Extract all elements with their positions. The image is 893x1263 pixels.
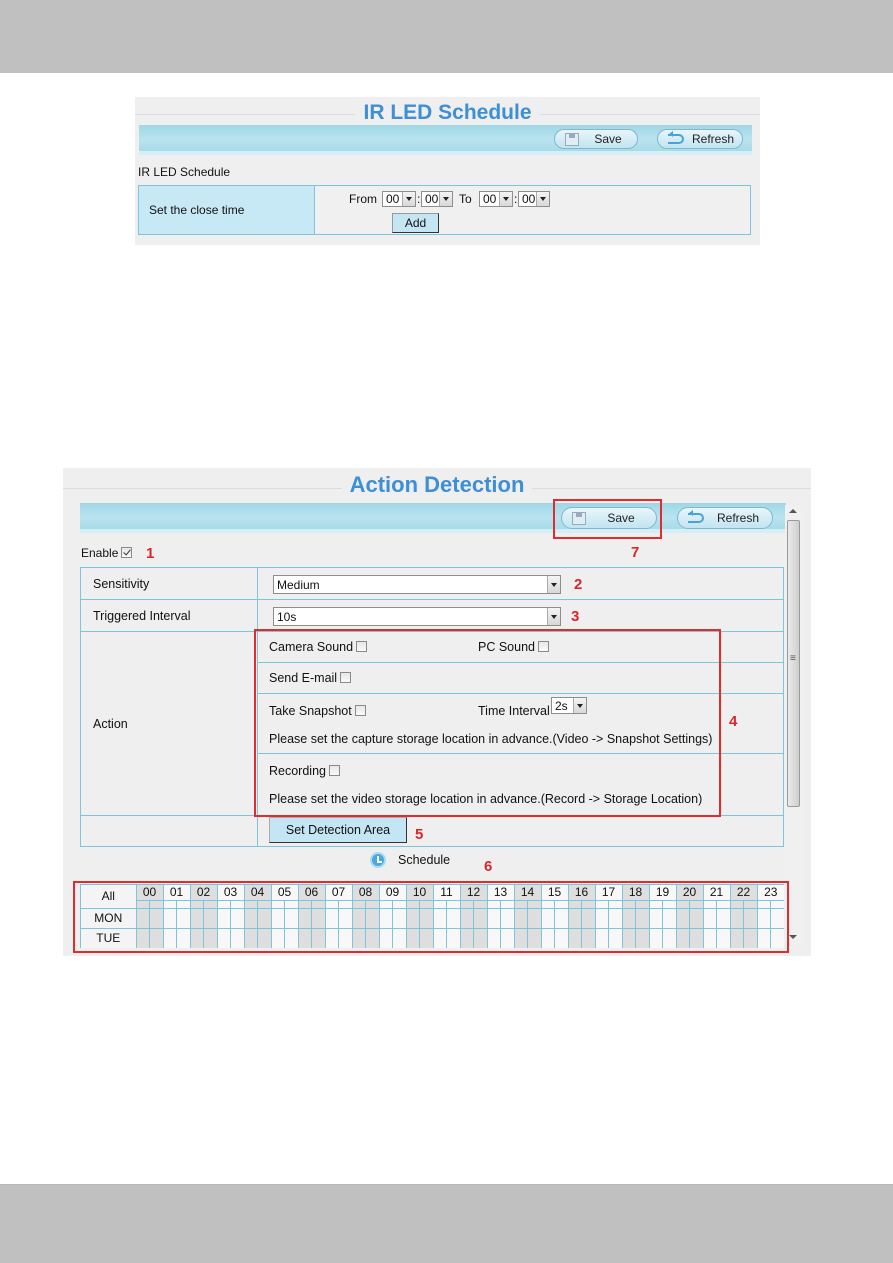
- highlight-action: [254, 629, 721, 817]
- from-hour-select[interactable]: 00: [382, 191, 416, 207]
- close-time-label: Set the close time: [139, 186, 315, 234]
- save-button[interactable]: Save: [554, 129, 638, 149]
- highlight-schedule: [73, 881, 789, 953]
- page-footer-band: [0, 1184, 893, 1263]
- to-minute-select[interactable]: 00: [518, 191, 550, 207]
- schedule-header: Schedule: [370, 852, 450, 868]
- annotation-1: 1: [146, 545, 155, 562]
- toolbar: Save Refresh: [139, 125, 752, 155]
- save-icon: [565, 132, 579, 146]
- refresh-button[interactable]: Refresh: [677, 507, 773, 529]
- triggered-interval-label: Triggered Interval: [81, 600, 258, 631]
- chevron-down-icon: [499, 192, 512, 206]
- annotation-6: 6: [484, 858, 493, 875]
- page-header-band: [0, 0, 893, 73]
- panel-title: IR LED Schedule: [135, 101, 760, 125]
- add-button[interactable]: Add: [392, 213, 439, 233]
- close-time-controls: From 00 : 00 To 00 : 00 Add: [315, 186, 750, 234]
- chevron-down-icon: [547, 608, 560, 625]
- ir-led-schedule-panel: IR LED Schedule Save Refresh IR LED Sche…: [135, 97, 760, 245]
- action-label: Action: [81, 632, 258, 815]
- from-minute-select[interactable]: 00: [421, 191, 453, 207]
- annotation-2: 2: [574, 576, 583, 593]
- refresh-label: Refresh: [691, 132, 735, 146]
- annotation-5: 5: [415, 826, 424, 843]
- refresh-label: Refresh: [716, 511, 760, 525]
- highlight-save: [553, 499, 662, 539]
- toolbar: Save Refresh: [80, 503, 786, 533]
- scrollbar-thumb[interactable]: [787, 520, 800, 807]
- enable-row: Enable: [81, 546, 133, 560]
- annotation-3: 3: [571, 608, 580, 625]
- scroll-up-arrow-icon[interactable]: [789, 509, 797, 513]
- panel-title: Action Detection: [63, 472, 811, 498]
- colon: :: [417, 192, 421, 206]
- refresh-icon: [688, 510, 704, 523]
- detection-area-row: [81, 816, 783, 847]
- sensitivity-select[interactable]: Medium: [273, 575, 561, 594]
- from-label: From: [349, 192, 377, 206]
- refresh-icon: [668, 131, 684, 144]
- set-detection-area-button[interactable]: Set Detection Area: [269, 817, 407, 843]
- empty-label: [81, 816, 258, 846]
- colon: :: [514, 192, 518, 206]
- close-time-row: Set the close time From 00 : 00 To 00 : …: [138, 185, 751, 235]
- chevron-down-icon: [547, 576, 560, 593]
- schedule-label: Schedule: [398, 853, 451, 867]
- sensitivity-label: Sensitivity: [81, 568, 258, 599]
- scroll-down-arrow-icon[interactable]: [789, 935, 797, 939]
- section-label: IR LED Schedule: [138, 165, 231, 179]
- vertical-scrollbar[interactable]: [785, 505, 802, 945]
- triggered-interval-row: Triggered Interval 10s: [81, 600, 783, 632]
- chevron-down-icon: [439, 192, 452, 206]
- annotation-4: 4: [729, 713, 738, 730]
- enable-label: Enable: [81, 546, 119, 560]
- annotation-7: 7: [631, 544, 640, 561]
- chevron-down-icon: [536, 192, 549, 206]
- chevron-down-icon: [402, 192, 415, 206]
- refresh-button[interactable]: Refresh: [657, 129, 743, 149]
- save-label: Save: [594, 132, 622, 146]
- enable-checkbox[interactable]: [121, 547, 133, 558]
- to-hour-select[interactable]: 00: [479, 191, 513, 207]
- sensitivity-row: Sensitivity Medium: [81, 568, 783, 600]
- clock-icon: [370, 852, 386, 868]
- triggered-interval-select[interactable]: 10s: [273, 607, 561, 626]
- to-label: To: [459, 192, 472, 206]
